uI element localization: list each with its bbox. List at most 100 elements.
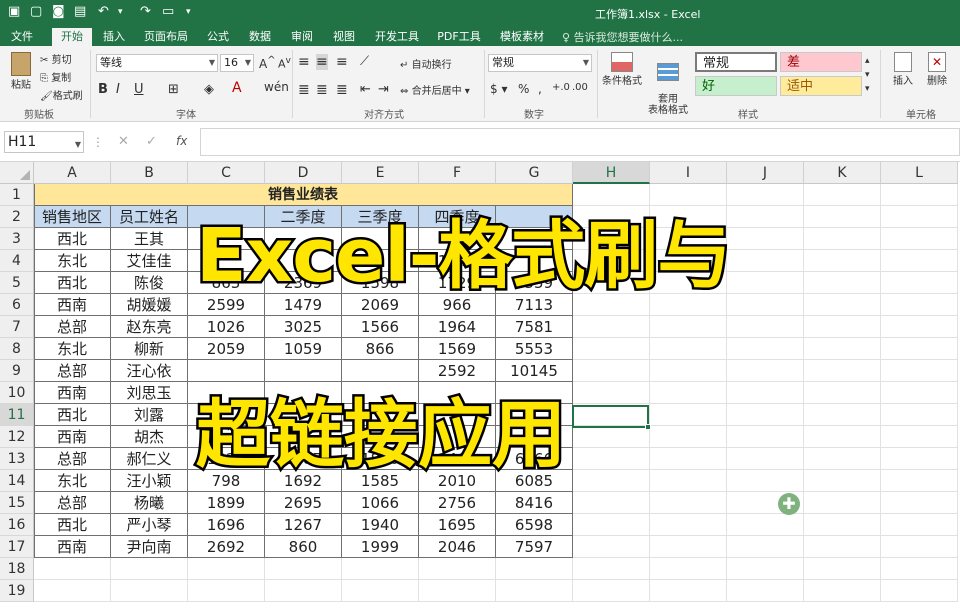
cell[interactable] [265,580,342,602]
row-header[interactable]: 11 [0,404,34,426]
table-data-cell[interactable]: 汪心依 [111,360,188,382]
select-all-corner[interactable] [0,162,34,184]
cell[interactable] [804,580,881,602]
table-data-cell[interactable]: 5553 [496,338,573,360]
wrap-text-button[interactable]: ↵ 自动换行 [400,56,452,71]
table-data-cell[interactable]: 1066 [342,492,419,514]
open-icon[interactable]: ▭ [162,4,174,19]
row-header[interactable]: 3 [0,228,34,250]
fill-handle[interactable] [645,424,651,430]
cell[interactable] [573,426,650,448]
tell-me-search[interactable]: ♀ 告诉我您想要做什么... [562,29,683,45]
name-box[interactable]: H11 ▼ [4,131,84,153]
table-data-cell[interactable]: 7581 [496,316,573,338]
insert-cells-button[interactable]: 插入 [890,52,916,87]
row-header[interactable]: 15 [0,492,34,514]
cell[interactable] [804,470,881,492]
column-header[interactable]: D [265,162,342,184]
table-data-cell[interactable]: 西南 [34,536,111,558]
table-data-cell[interactable]: 6598 [496,514,573,536]
cell[interactable] [727,558,804,580]
row-header[interactable]: 4 [0,250,34,272]
column-header[interactable]: K [804,162,881,184]
cell[interactable] [881,294,958,316]
align-top-icon[interactable]: ≡ [298,54,310,70]
table-data-cell[interactable]: 1696 [188,514,265,536]
column-header[interactable]: H [573,162,650,184]
cell[interactable] [727,382,804,404]
cell[interactable] [727,360,804,382]
style-good[interactable]: 好 [695,76,777,96]
style-neutral[interactable]: 适中 [780,76,862,96]
cell[interactable] [342,558,419,580]
cell[interactable] [573,382,650,404]
cell[interactable] [650,426,727,448]
cell[interactable] [727,206,804,228]
outdent-icon[interactable]: ⇥ [378,82,389,97]
table-data-cell[interactable]: 2059 [188,338,265,360]
cell[interactable] [111,580,188,602]
column-header[interactable]: G [496,162,573,184]
tab-file[interactable]: 文件 [4,28,40,46]
cell[interactable] [573,470,650,492]
tab-formulas[interactable]: 公式 [200,28,236,46]
row-header[interactable]: 2 [0,206,34,228]
table-data-cell[interactable]: 西北 [34,272,111,294]
cell[interactable] [650,492,727,514]
row-header[interactable]: 5 [0,272,34,294]
table-data-cell[interactable]: 3025 [265,316,342,338]
cell[interactable] [804,404,881,426]
drag-handle-icon[interactable]: ⋮ [92,135,104,149]
number-format-select[interactable]: 常规 ▼ [488,54,592,72]
cell[interactable] [342,580,419,602]
customize-toolbar-icon[interactable]: ▾ [186,7,191,17]
cell[interactable] [650,404,727,426]
cell[interactable] [496,558,573,580]
cell[interactable] [573,492,650,514]
row-header[interactable]: 14 [0,470,34,492]
cell[interactable] [573,536,650,558]
table-data-cell[interactable]: 赵东亮 [111,316,188,338]
tab-developer[interactable]: 开发工具 [370,28,424,46]
cancel-icon[interactable]: ✕ [118,134,129,149]
cell[interactable] [727,404,804,426]
tab-view[interactable]: 视图 [326,28,362,46]
tab-insert[interactable]: 插入 [96,28,132,46]
table-data-cell[interactable]: 西南 [34,426,111,448]
cell[interactable] [881,272,958,294]
cell[interactable] [727,536,804,558]
cell[interactable] [573,558,650,580]
table-data-cell[interactable]: 1695 [419,514,496,536]
table-data-cell[interactable]: 7597 [496,536,573,558]
row-header[interactable]: 10 [0,382,34,404]
column-header[interactable]: I [650,162,727,184]
tab-home[interactable]: 开始 [52,28,92,46]
column-header[interactable]: J [727,162,804,184]
cell[interactable] [881,228,958,250]
cell[interactable] [573,338,650,360]
merge-center-button[interactable]: ⇔ 合并后居中 ▾ [400,82,470,97]
table-data-cell[interactable]: 860 [265,536,342,558]
cell[interactable] [881,558,958,580]
cell[interactable] [573,448,650,470]
table-data-cell[interactable]: 1899 [188,492,265,514]
cell[interactable] [881,316,958,338]
table-data-cell[interactable]: 刘露 [111,404,188,426]
row-header[interactable]: 6 [0,294,34,316]
cell[interactable] [650,448,727,470]
cell[interactable] [573,360,650,382]
cell[interactable] [804,184,881,206]
cell[interactable] [881,470,958,492]
cell[interactable] [573,316,650,338]
cell[interactable] [881,404,958,426]
table-data-cell[interactable]: 总部 [34,448,111,470]
cell[interactable] [881,514,958,536]
formula-input[interactable] [200,128,960,156]
increase-decimal-icon[interactable]: +.0 [552,82,570,93]
cell[interactable] [419,580,496,602]
table-data-cell[interactable]: 总部 [34,360,111,382]
format-as-table-button[interactable]: 套用 表格格式 [646,52,690,116]
cell[interactable] [573,514,650,536]
row-header[interactable]: 18 [0,558,34,580]
cell[interactable] [804,316,881,338]
